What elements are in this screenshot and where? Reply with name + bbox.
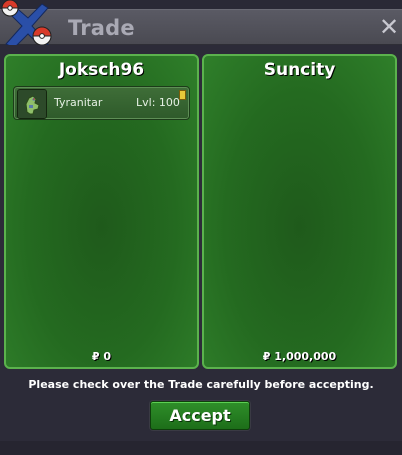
trader-name-right: Suncity <box>263 60 336 80</box>
trade-window: Trade ✕ Joksch96 Tyranitar Lvl: 100 ₽ 0 <box>0 0 402 455</box>
money-right: ₽ 1,000,000 <box>262 350 337 363</box>
trader-name-left: Joksch96 <box>58 60 145 80</box>
accept-button[interactable]: Accept <box>150 401 250 430</box>
title-bar[interactable]: Trade ✕ <box>0 9 402 45</box>
tyranitar-sprite-icon <box>17 89 47 119</box>
money-left: ₽ 0 <box>91 350 112 363</box>
item-flag-icon <box>179 90 186 100</box>
trade-panel-right: Suncity ₽ 1,000,000 <box>202 54 397 369</box>
trade-panel-left: Joksch96 Tyranitar Lvl: 100 ₽ 0 <box>4 54 199 369</box>
trade-notice: Please check over the Trade carefully be… <box>28 378 374 391</box>
bottom-bar <box>0 441 402 455</box>
trade-item[interactable]: Tyranitar Lvl: 100 <box>13 86 190 120</box>
close-icon[interactable]: ✕ <box>378 12 400 42</box>
item-name: Tyranitar <box>54 96 103 109</box>
window-title: Trade <box>68 16 135 40</box>
item-level: Lvl: 100 <box>136 96 180 109</box>
